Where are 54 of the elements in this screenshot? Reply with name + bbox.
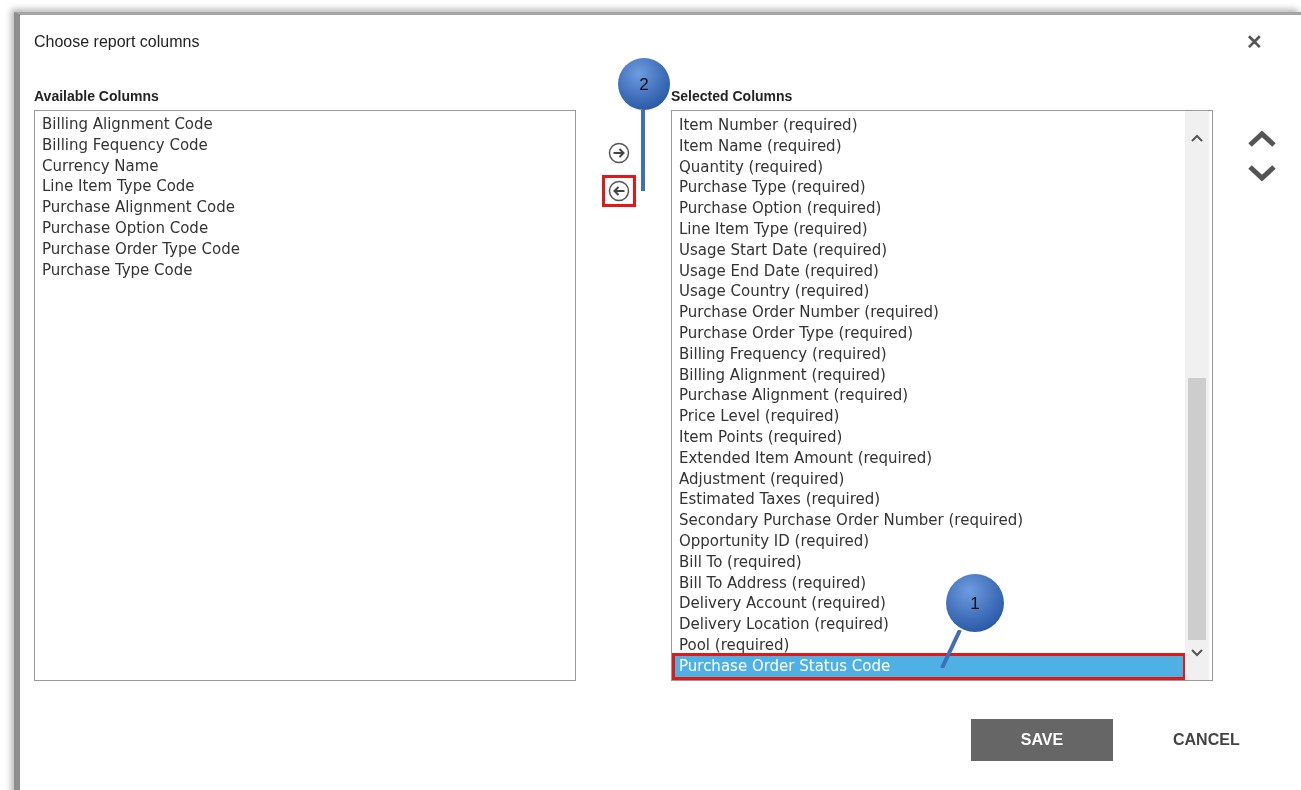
- list-item[interactable]: Purchase Order Type Code: [42, 238, 240, 260]
- list-item[interactable]: Delivery Account (required): [675, 593, 886, 615]
- list-item[interactable]: Purchase Alignment (required): [675, 385, 909, 407]
- chevron-up-icon: [1247, 130, 1277, 148]
- list-item[interactable]: Purchase Order Number (required): [675, 302, 939, 323]
- list-heading: Available Columns: [34, 88, 160, 106]
- list-item[interactable]: Quantity (required): [675, 156, 824, 178]
- remove-button[interactable]: [601, 175, 636, 207]
- selected-list[interactable]: [671, 110, 1213, 681]
- list-item[interactable]: Secondary Purchase Order Number (required): [675, 510, 1024, 531]
- list-item[interactable]: Purchase Option (required): [675, 198, 882, 219]
- list-item[interactable]: Billing Alignment Code: [42, 114, 213, 135]
- list-heading: Selected Columns: [671, 88, 794, 106]
- available-list[interactable]: Billing Alignment Code Billing Fequency Code Currency Name Line Item Type Code Purchase Alignment Code Purchase Option Code Purchase Order Type Code Purchase Type Code: [34, 110, 576, 681]
- list-item[interactable]: Delivery Location (required): [675, 614, 889, 635]
- list-item[interactable]: Purchase Type Code: [42, 259, 193, 281]
- scrollbar[interactable]: [1185, 111, 1209, 680]
- list-item[interactable]: Usage Start Date (required): [675, 239, 888, 261]
- list-item[interactable]: Item Points (required): [675, 426, 843, 448]
- move-up-button[interactable]: [1247, 130, 1277, 148]
- list-item[interactable]: Purchase Alignment Code: [42, 197, 235, 218]
- scroll-up-icon[interactable]: [1190, 133, 1204, 143]
- list-item[interactable]: Bill To Address (required): [675, 572, 867, 594]
- chevron-down-icon: [1247, 164, 1277, 182]
- list-item[interactable]: Billing Fequency Code: [42, 134, 208, 156]
- leader-line: [940, 630, 962, 668]
- list-item[interactable]: Currency Name: [42, 155, 159, 177]
- list-item[interactable]: Item Name (required): [675, 135, 842, 157]
- list-item[interactable]: Item Number (required): [675, 115, 858, 136]
- list-item[interactable]: Pool (required): [675, 634, 790, 656]
- list-item[interactable]: Billing Alignment (required): [675, 364, 886, 386]
- list-item[interactable]: Purchase Type (required): [675, 177, 866, 199]
- list-item[interactable]: Estimated Taxes (required): [675, 489, 881, 511]
- list-item[interactable]: Adjustment (required): [675, 468, 845, 490]
- callout-marker: 1: [946, 574, 1004, 632]
- list-item[interactable]: Extended Item Amount (required): [675, 447, 933, 469]
- scrollbar-thumb[interactable]: [1188, 378, 1206, 640]
- list-item[interactable]: Opportunity ID (required): [675, 530, 870, 552]
- move-down-button[interactable]: [1247, 164, 1277, 182]
- list-item[interactable]: Purchase Order Type (required): [675, 322, 914, 344]
- list-item[interactable]: Line Item Type (required): [675, 219, 868, 240]
- callout-marker: 2: [618, 58, 670, 110]
- list-item[interactable]: Bill To (required): [675, 551, 802, 573]
- save-button[interactable]: SAVE: [971, 719, 1113, 761]
- list-item[interactable]: Purchase Option Code: [42, 218, 209, 239]
- list-item[interactable]: Price Level (required): [675, 406, 840, 427]
- scroll-down-icon[interactable]: [1190, 648, 1204, 658]
- list-item[interactable]: Usage End Date (required): [675, 260, 879, 282]
- dialog-title: Choose report columns: [34, 33, 200, 51]
- list-item[interactable]: Billing Frequency (required): [675, 343, 887, 365]
- close-button[interactable]: ✕: [1246, 30, 1263, 54]
- list-item[interactable]: Line Item Type Code: [42, 176, 195, 198]
- cancel-button[interactable]: CANCEL: [1173, 727, 1240, 753]
- list-item[interactable]: Usage Country (required): [675, 281, 870, 303]
